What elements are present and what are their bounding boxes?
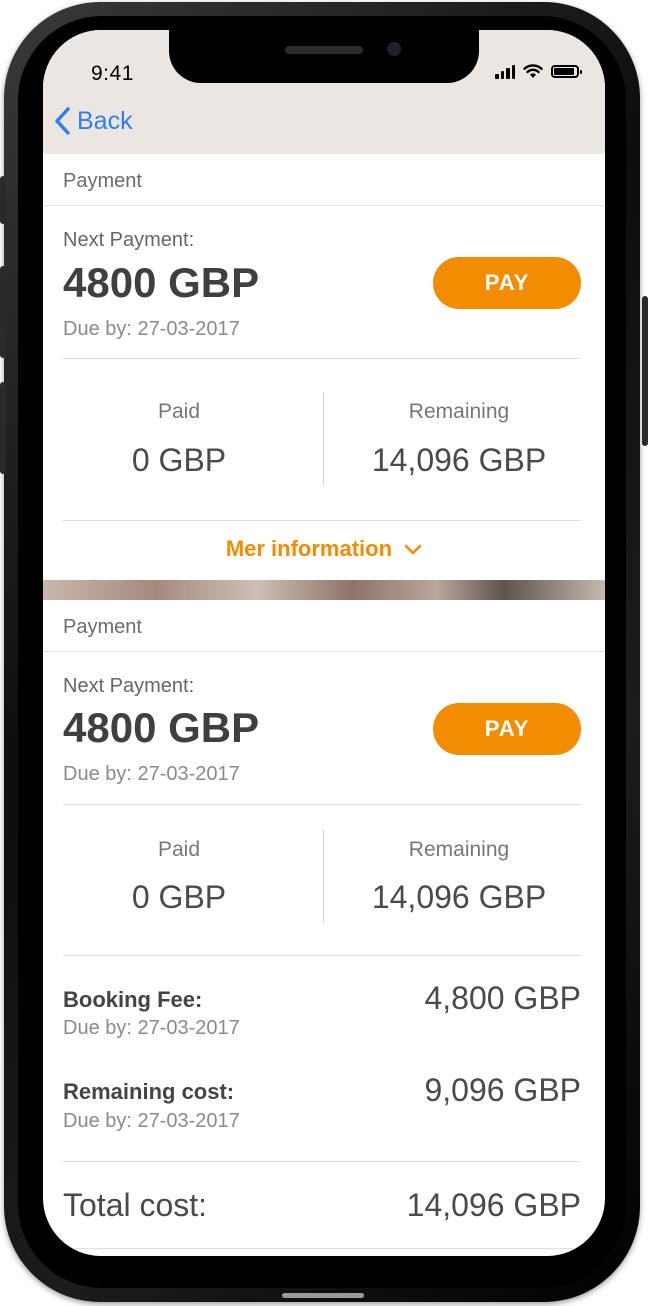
card2-divider-4: [63, 1248, 581, 1249]
volume-down-button: [0, 382, 6, 474]
card2-vertical-divider: [323, 830, 324, 924]
power-button: [642, 296, 648, 446]
card1-section-title: Payment: [63, 170, 142, 192]
more-information-link[interactable]: Mer information: [43, 536, 605, 562]
chevron-left-icon: [55, 107, 70, 135]
card2-divider-3: [63, 1161, 581, 1162]
status-time: 9:41: [91, 62, 134, 85]
card1-pay-button[interactable]: PAY: [433, 257, 581, 309]
total-cost-label: Total cost:: [63, 1187, 208, 1223]
status-icons: [495, 64, 582, 79]
card2-divider-2: [63, 955, 581, 956]
back-button[interactable]: Back: [53, 106, 133, 136]
card1-next-payment-label: Next Payment:: [63, 229, 195, 251]
booking-fee-value: 4,800 GBP: [424, 980, 581, 1016]
card1-section-header: Payment: [43, 154, 605, 206]
speaker: [285, 46, 363, 54]
card1-paid-value: 0 GBP: [131, 442, 227, 478]
remaining-cost-value: 9,096 GBP: [424, 1072, 581, 1108]
card2-remaining-label: Remaining: [408, 838, 510, 861]
card1-remaining-value: 14,096 GBP: [371, 442, 547, 478]
card2-next-payment-label: Next Payment:: [63, 675, 195, 697]
card2-next-payment-amount: 4800 GBP: [63, 704, 260, 751]
booking-fee-due-date: Due by: 27-03-2017: [63, 1017, 240, 1039]
chevron-down-icon: [404, 544, 422, 555]
card2-due-date: Due by: 27-03-2017: [63, 763, 240, 785]
card1-due-date: Due by: 27-03-2017: [63, 318, 240, 340]
battery-icon: [551, 65, 582, 78]
phone-bottom-edge: [282, 1293, 364, 1298]
screen: 9:41 Back Payment Next Payment: 4800 GBP…: [43, 30, 605, 1256]
camera-icon: [387, 42, 401, 56]
card2-pay-button[interactable]: PAY: [433, 703, 581, 755]
card2-section-header: Payment: [43, 600, 605, 652]
card2-section-title: Payment: [63, 616, 142, 638]
more-information-label: Mer information: [225, 536, 393, 561]
mute-switch: [0, 176, 6, 224]
wifi-icon: [523, 64, 543, 78]
card1-remaining-label: Remaining: [408, 400, 510, 423]
card2-divider: [63, 804, 581, 805]
volume-up-button: [0, 266, 6, 358]
background-photo-strip: [43, 580, 605, 600]
card1-divider: [63, 358, 581, 359]
back-label: Back: [77, 106, 133, 135]
status-bar: 9:41 Back: [43, 30, 605, 154]
remaining-cost-due-date: Due by: 27-03-2017: [63, 1110, 240, 1132]
card1-vertical-divider: [323, 392, 324, 486]
notch: [169, 30, 479, 83]
card2-remaining-value: 14,096 GBP: [371, 879, 547, 915]
card1-paid-label: Paid: [157, 400, 201, 423]
booking-fee-label: Booking Fee:: [63, 987, 203, 1012]
total-cost-value: 14,096 GBP: [406, 1187, 581, 1223]
card1-divider-2: [63, 520, 581, 521]
card1-next-payment-amount: 4800 GBP: [63, 259, 260, 306]
card2-paid-value: 0 GBP: [131, 879, 227, 915]
remaining-cost-label: Remaining cost:: [63, 1079, 235, 1104]
card2-paid-label: Paid: [157, 838, 201, 861]
cellular-signal-icon: [495, 64, 515, 79]
